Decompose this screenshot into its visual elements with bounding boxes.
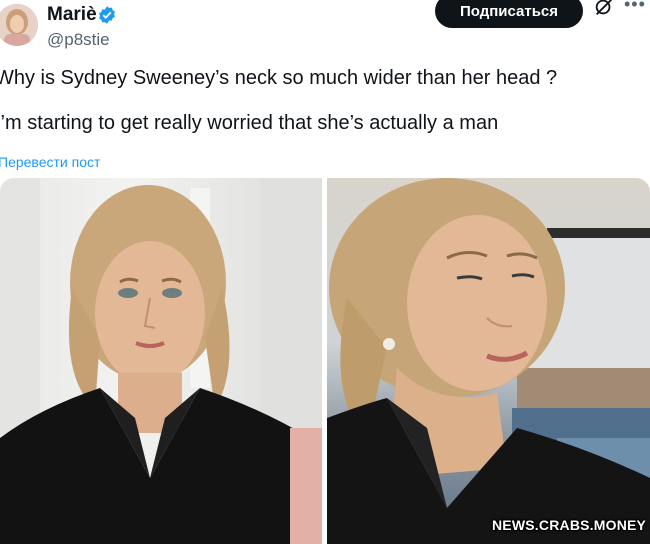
translate-post-link[interactable]: Перевести пост	[0, 154, 100, 170]
subscribe-button[interactable]: Подписаться	[435, 0, 583, 28]
photo-left[interactable]	[0, 178, 322, 544]
avatar-photo	[0, 4, 38, 46]
photo-right-image	[327, 178, 650, 544]
photo-left-image	[0, 178, 322, 544]
tweet-text-line-2: I’m starting to get really worried that …	[0, 112, 499, 134]
display-name[interactable]: Mariè	[47, 4, 97, 26]
verified-badge-icon	[99, 6, 115, 24]
more-options-icon[interactable]: •••	[624, 0, 646, 15]
tweet-text-line-1: Why is Sydney Sweeney’s neck so much wid…	[0, 67, 558, 89]
author-handle[interactable]: @p8stie	[47, 30, 110, 50]
grok-icon[interactable]	[593, 0, 615, 18]
watermark-text: NEWS.CRABS.MONEY	[492, 517, 647, 533]
media-grid	[0, 178, 650, 544]
photo-right[interactable]	[327, 178, 650, 544]
avatar[interactable]	[0, 4, 38, 46]
